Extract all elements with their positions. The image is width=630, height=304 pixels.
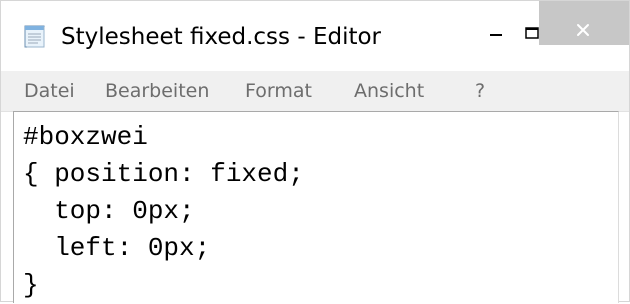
menu-help[interactable]: ? [475, 80, 485, 102]
text-editor-area[interactable]: #boxzwei { position: fixed; top: 0px; lef… [13, 111, 619, 303]
menu-bearbeiten[interactable]: Bearbeiten [105, 80, 209, 102]
code-line: } [23, 270, 39, 300]
title-bar[interactable]: Stylesheet fixed.css - Editor [1, 1, 629, 71]
code-content: #boxzwei { position: fixed; top: 0px; lef… [23, 119, 304, 304]
notepad-icon[interactable] [22, 23, 48, 49]
close-button[interactable] [539, 1, 629, 45]
code-line: #boxzwei [23, 122, 148, 152]
window-title: Stylesheet fixed.css - Editor [61, 24, 382, 50]
notepad-window: Stylesheet fixed.css - Editor Datei Bear… [0, 0, 630, 303]
menu-ansicht[interactable]: Ansicht [354, 80, 424, 102]
menu-bar: Datei Bearbeiten Format Ansicht ? [1, 71, 629, 112]
code-line: left: 0px; [23, 233, 211, 263]
code-line: { position: fixed; [23, 159, 304, 189]
close-icon [577, 24, 589, 36]
menu-format[interactable]: Format [245, 80, 312, 102]
menu-datei[interactable]: Datei [24, 80, 75, 102]
code-line: top: 0px; [23, 196, 195, 226]
